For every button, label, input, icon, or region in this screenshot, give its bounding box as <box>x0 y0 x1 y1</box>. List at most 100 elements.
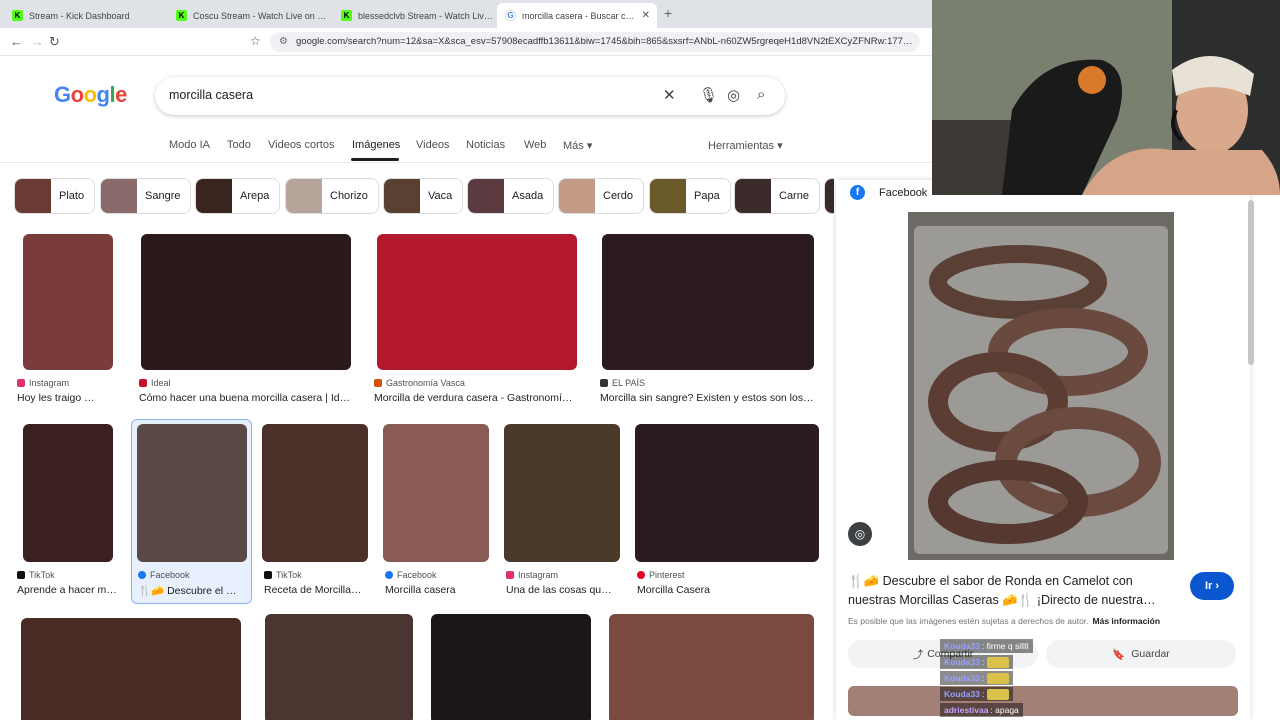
go-button[interactable]: Ir › <box>1190 572 1234 600</box>
result-title[interactable]: Morcilla casera <box>385 584 489 596</box>
chip-plato[interactable]: Plato <box>14 178 96 214</box>
webcam-overlay <box>932 0 1280 195</box>
chat-text: : <box>981 673 985 683</box>
result-thumbnail[interactable] <box>504 424 620 562</box>
chat-message: Kouda33: firme q sillll <box>940 639 1033 653</box>
result-title[interactable]: Cómo hacer una buena morcilla casera | I… <box>139 392 354 404</box>
result-thumbnail[interactable] <box>602 234 814 370</box>
streamer-webcam-image <box>932 0 1280 195</box>
filter-web[interactable]: Web <box>524 139 546 151</box>
image-result[interactable]: EL PAÍS Morcilla sin sangre? Existen y e… <box>600 234 816 404</box>
clear-icon[interactable]: ✕ <box>663 86 676 104</box>
result-thumbnail[interactable] <box>23 424 113 562</box>
filter-modo-ia[interactable]: Modo IA <box>169 139 210 151</box>
result-source-name: Pinterest <box>649 570 685 580</box>
preview-description[interactable]: 🍴🧀 Descubre el sabor de Ronda en Camelot… <box>848 572 1178 610</box>
back-icon[interactable]: ← <box>10 34 23 49</box>
chat-text: : <box>981 689 985 699</box>
filter-herramientas[interactable]: Herramientas ▾ <box>708 139 783 152</box>
result-title[interactable]: Una de las cosas qu… <box>506 584 620 596</box>
image-result[interactable]: Facebook Morcilla casera <box>383 424 489 598</box>
image-result[interactable] <box>609 614 814 720</box>
result-thumbnail[interactable] <box>21 618 241 720</box>
close-tab-icon[interactable]: ✕ <box>642 10 650 21</box>
url-field[interactable]: ⚙ google.com/search?num=12&sa=X&sca_esv=… <box>270 32 920 52</box>
image-result[interactable] <box>21 618 241 720</box>
result-thumbnail[interactable] <box>377 234 577 370</box>
result-title[interactable]: Hoy les traigo … <box>17 392 121 404</box>
preview-source[interactable]: f Facebook <box>850 185 927 200</box>
chip-papa[interactable]: Papa <box>649 178 731 214</box>
site-info-icon[interactable]: ⚙ <box>279 32 288 52</box>
result-source-name: Instagram <box>29 378 70 388</box>
result-title[interactable]: 🍴🧀 Descubre el … <box>138 584 248 597</box>
chat-text: : apaga <box>990 705 1019 715</box>
chat-username: Kouda33 <box>944 657 980 667</box>
result-title[interactable]: Morcilla de verdura casera - Gastronomí… <box>374 392 580 404</box>
result-thumbnail[interactable] <box>635 424 819 562</box>
search-box[interactable]: morcilla casera ✕ 🎙 ◎ ⌕ <box>155 77 785 115</box>
chip-cerdo[interactable]: Cerdo <box>558 178 644 214</box>
result-source: Facebook <box>138 570 190 580</box>
tab-kick-dashboard[interactable]: K Stream - Kick Dashboard <box>4 3 164 28</box>
result-title[interactable]: Aprende a hacer m… <box>17 584 117 596</box>
screen: K Stream - Kick Dashboard K Coscu Stream… <box>0 0 1280 720</box>
image-result-selected[interactable]: Facebook 🍴🧀 Descubre el … <box>131 419 252 604</box>
filter-videos-cortos[interactable]: Videos cortos <box>268 139 334 151</box>
image-result[interactable]: Gastronomía Vasca Morcilla de verdura ca… <box>374 234 580 404</box>
search-input[interactable]: morcilla casera <box>169 88 253 102</box>
result-thumbnail[interactable] <box>383 424 489 562</box>
image-result[interactable] <box>265 614 413 720</box>
result-title[interactable]: Morcilla sin sangre? Existen y estos son… <box>600 392 816 404</box>
el-pais-icon <box>600 379 608 387</box>
image-result[interactable]: Ideal Cómo hacer una buena morcilla case… <box>139 234 354 404</box>
filter-videos[interactable]: Videos <box>416 139 449 151</box>
chat-username: Kouda33 <box>944 673 980 683</box>
result-title[interactable]: Morcilla Casera <box>637 584 819 596</box>
bookmark-icon[interactable]: ☆ <box>250 34 261 48</box>
tab-blessedclvb-stream[interactable]: K blessedclvb Stream - Watch Live on Kic… <box>333 3 493 28</box>
gastronomia-vasca-icon <box>374 379 382 387</box>
image-result[interactable]: TikTok Receta de Morcilla… <box>262 424 368 598</box>
filter-todo[interactable]: Todo <box>227 139 251 151</box>
result-thumbnail[interactable] <box>23 234 113 370</box>
preview-image[interactable] <box>908 212 1174 560</box>
chip-asada[interactable]: Asada <box>467 178 555 214</box>
preview-source-name: Facebook <box>879 186 928 199</box>
chip-chorizo[interactable]: Chorizo <box>285 178 379 214</box>
image-result[interactable]: Instagram Una de las cosas qu… <box>504 424 620 598</box>
chip-arepa[interactable]: Arepa <box>195 178 281 214</box>
tab-title: morcilla casera - Buscar con Google <box>522 10 637 21</box>
more-info-link[interactable]: Más información <box>1093 616 1161 626</box>
chip-more[interactable] <box>824 178 834 214</box>
image-result[interactable] <box>431 614 591 720</box>
result-thumbnail[interactable] <box>141 234 351 370</box>
search-icon[interactable]: ⌕ <box>757 86 765 103</box>
result-thumbnail[interactable] <box>262 424 368 562</box>
result-thumbnail[interactable] <box>265 614 413 720</box>
microphone-icon[interactable]: 🎙 <box>699 86 718 104</box>
result-thumbnail[interactable] <box>431 614 591 720</box>
google-logo[interactable]: Google <box>54 82 127 108</box>
result-title[interactable]: Receta de Morcilla… <box>264 584 368 596</box>
chip-carne[interactable]: Carne <box>734 178 820 214</box>
filter-mas[interactable]: Más ▾ <box>563 139 592 152</box>
tab-coscu-stream[interactable]: K Coscu Stream - Watch Live on Kick <box>168 3 328 28</box>
share-icon: ⤴ <box>912 648 924 661</box>
filter-imagenes[interactable]: Imágenes <box>352 139 400 151</box>
reload-icon[interactable]: ↻ <box>49 34 60 50</box>
result-thumbnail[interactable] <box>609 614 814 720</box>
image-result[interactable]: TikTok Aprende a hacer m… <box>17 424 117 598</box>
panel-scrollbar[interactable] <box>1248 200 1254 365</box>
filter-noticias[interactable]: Noticias <box>466 139 505 151</box>
result-thumbnail[interactable] <box>137 424 247 562</box>
lens-search-icon[interactable]: ◎ <box>848 522 872 546</box>
chip-sangre[interactable]: Sangre <box>100 178 192 214</box>
image-result[interactable]: Pinterest Morcilla Casera <box>635 424 819 598</box>
forward-icon[interactable]: → <box>31 34 44 49</box>
lens-icon[interactable]: ◎ <box>727 86 740 104</box>
chip-vaca[interactable]: Vaca <box>383 178 464 214</box>
new-tab-icon[interactable]: + <box>664 5 672 21</box>
tab-google-search[interactable]: G morcilla casera - Buscar con Google ✕ <box>497 3 657 28</box>
image-result[interactable]: Instagram Hoy les traigo … <box>17 234 121 404</box>
